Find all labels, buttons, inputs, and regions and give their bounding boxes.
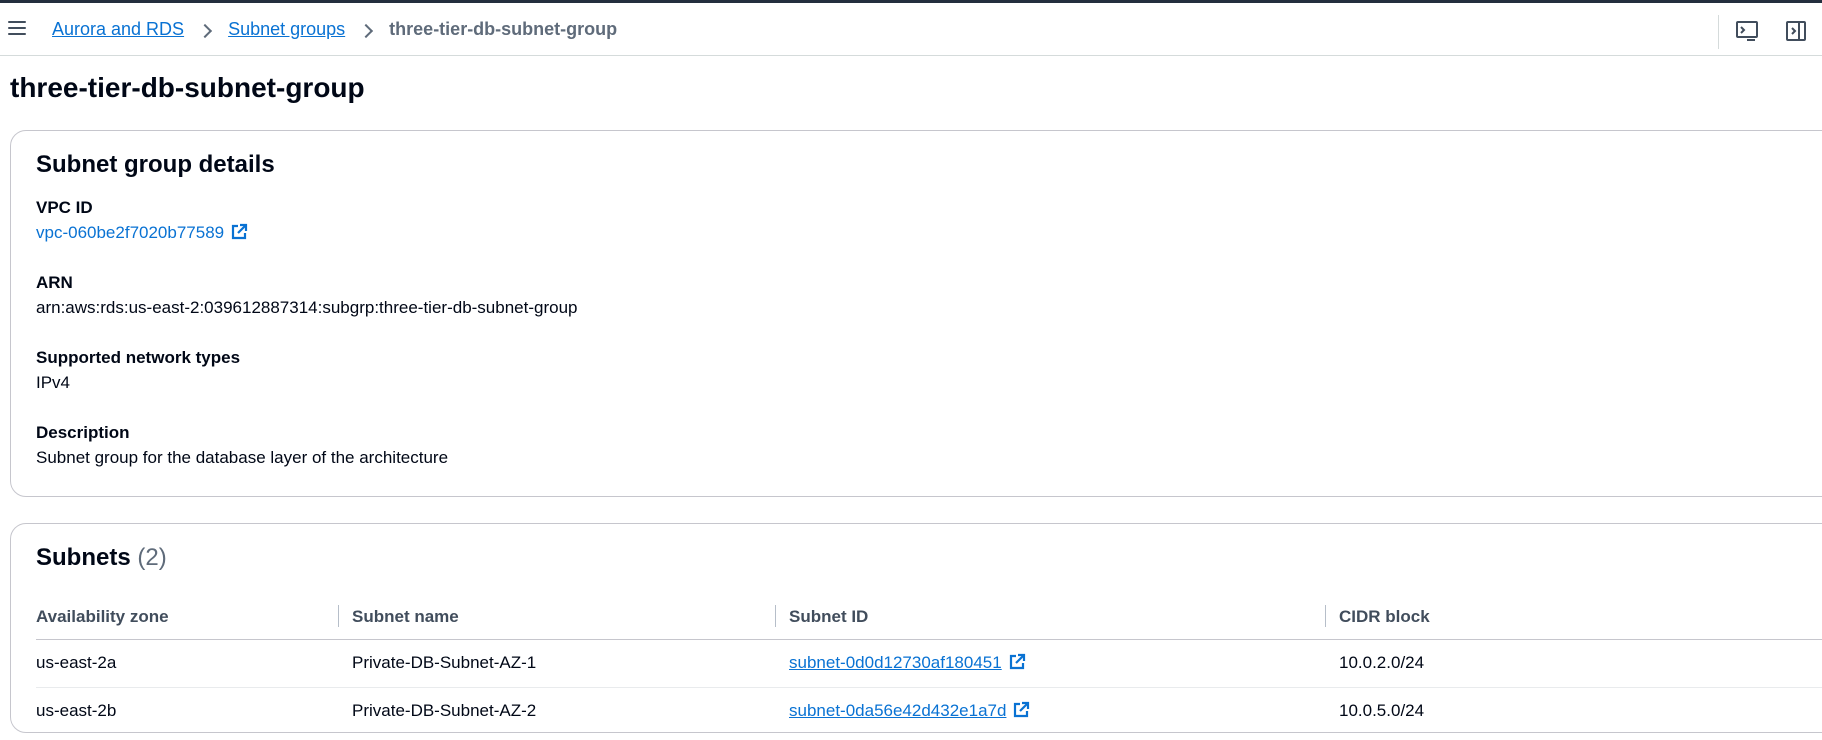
hamburger-menu-icon[interactable] <box>8 17 30 39</box>
subnet-id-link[interactable]: subnet-0d0d12730af180451 <box>789 653 1002 672</box>
breadcrumb-current: three-tier-db-subnet-group <box>389 19 618 39</box>
cell-availability-zone: us-east-2a <box>36 653 117 672</box>
cloudshell-icon[interactable] <box>1735 19 1759 43</box>
cell-subnet-name: Private-DB-Subnet-AZ-2 <box>352 701 537 720</box>
arn-label: ARN <box>36 273 73 292</box>
column-resizer[interactable] <box>338 605 339 627</box>
external-link-icon[interactable] <box>230 223 248 248</box>
column-availability-zone[interactable]: Availability zone <box>36 607 169 627</box>
subnets-panel: Subnets (2) Availability zone Subnet nam… <box>10 523 1822 733</box>
description-label: Description <box>36 423 130 442</box>
page-title: three-tier-db-subnet-group <box>10 72 365 103</box>
column-resizer[interactable] <box>775 605 776 627</box>
external-link-icon[interactable] <box>1012 701 1030 724</box>
topbar-divider <box>1718 15 1719 49</box>
cell-availability-zone: us-east-2b <box>36 701 117 720</box>
network-types-label: Supported network types <box>36 348 241 367</box>
network-types-field: Supported network types IPv4 <box>36 347 240 395</box>
top-navigation-bar: Aurora and RDS Subnet groups three-tier-… <box>0 0 1822 56</box>
side-panel-icon[interactable] <box>1784 19 1808 43</box>
vpc-id-label: VPC ID <box>36 198 93 217</box>
vpc-id-field: VPC ID vpc-060be2f7020b77589 <box>36 197 248 248</box>
chevron-right-icon <box>361 24 373 36</box>
subnets-count: (2) <box>137 544 167 571</box>
cell-subnet-name: Private-DB-Subnet-AZ-1 <box>352 653 537 672</box>
breadcrumb-subnet-groups[interactable]: Subnet groups <box>228 19 345 40</box>
chevron-right-icon <box>200 24 212 36</box>
subnet-id-link[interactable]: subnet-0da56e42d432e1a7d <box>789 701 1006 720</box>
arn-field: ARN arn:aws:rds:us-east-2:039612887314:s… <box>36 272 578 320</box>
cell-cidr-block: 10.0.5.0/24 <box>1339 701 1425 720</box>
column-cidr-block[interactable]: CIDR block <box>1339 607 1430 627</box>
subnets-title: Subnets <box>36 544 131 571</box>
description-value: Subnet group for the database layer of t… <box>36 448 449 467</box>
external-link-icon[interactable] <box>1008 653 1026 676</box>
subnet-group-details-panel: Subnet group details VPC ID vpc-060be2f7… <box>10 130 1822 497</box>
description-field: Description Subnet group for the databas… <box>36 422 448 470</box>
details-heading: Subnet group details <box>36 151 275 178</box>
table-row: us-east-2a Private-DB-Subnet-AZ-1 subnet… <box>36 640 1822 688</box>
vpc-id-link[interactable]: vpc-060be2f7020b77589 <box>36 223 224 242</box>
cell-subnet-id: subnet-0da56e42d432e1a7d <box>789 701 1030 724</box>
cell-subnet-id: subnet-0d0d12730af180451 <box>789 653 1026 676</box>
cell-cidr-block: 10.0.2.0/24 <box>1339 653 1425 672</box>
subnets-table: Availability zone Subnet name Subnet ID … <box>36 594 1822 736</box>
arn-value: arn:aws:rds:us-east-2:039612887314:subgr… <box>36 298 578 317</box>
column-subnet-name[interactable]: Subnet name <box>352 607 459 627</box>
network-types-value: IPv4 <box>36 373 71 392</box>
column-subnet-id[interactable]: Subnet ID <box>789 607 868 627</box>
column-resizer[interactable] <box>1325 605 1326 627</box>
table-header: Availability zone Subnet name Subnet ID … <box>36 594 1822 640</box>
breadcrumb-aurora-rds[interactable]: Aurora and RDS <box>52 19 184 40</box>
subnets-heading: Subnets (2) <box>36 544 167 572</box>
table-row: us-east-2b Private-DB-Subnet-AZ-2 subnet… <box>36 688 1822 736</box>
breadcrumb: Aurora and RDS Subnet groups three-tier-… <box>52 19 617 40</box>
